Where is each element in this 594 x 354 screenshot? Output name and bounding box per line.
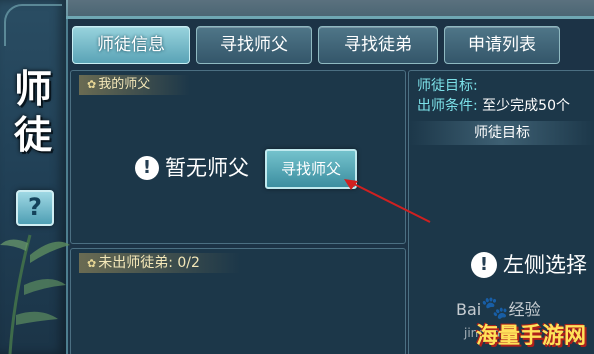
watermark-bai-text: Bai — [456, 300, 482, 319]
apprentice-panel: ✿ 未出师徒弟: 0/2 — [70, 248, 406, 354]
condition-label: 出师条件: — [417, 98, 478, 114]
bamboo-decoration — [0, 234, 70, 354]
title-char-apprentice: 徒 — [13, 112, 52, 157]
tab-application-list[interactable]: 申请列表 — [444, 26, 560, 64]
tab-find-apprentice[interactable]: 寻找徒弟 — [318, 26, 438, 64]
corner-ornament — [4, 4, 62, 46]
graduation-condition-line: 出师条件: 至少完成50个 — [417, 95, 570, 115]
goal-empty-message: ! 左侧选择 — [471, 249, 587, 279]
header-border — [66, 16, 594, 19]
game-window: 师 徒 ? 师徒信息 寻找师父 寻找徒弟 申请列表 ✿ 我的师父 ! 暂无师父 寻找… — [0, 0, 594, 354]
no-master-text: 暂无师父 — [165, 156, 249, 180]
flower-icon: ✿ — [87, 78, 97, 91]
site-watermark: 海量手游网 — [476, 324, 587, 349]
goal-header: 师徒目标 — [409, 121, 594, 145]
goal-empty-text: 左侧选择 — [503, 253, 587, 277]
tab-mentor-info[interactable]: 师徒信息 — [72, 26, 190, 64]
annotation-arrow — [344, 179, 431, 223]
no-master-message: ! 暂无师父 — [135, 153, 249, 183]
section-label-text: 我的师父 — [98, 77, 151, 92]
condition-value: 至少完成50个 — [482, 98, 570, 114]
section-label-apprentices: ✿ 未出师徒弟: 0/2 — [79, 253, 240, 273]
goal-title-line: 师徒目标: — [417, 78, 478, 94]
warning-circle-icon: ! — [135, 156, 159, 180]
section-label-my-master: ✿ 我的师父 — [79, 75, 191, 95]
watermark-jingyan-text: 经验 — [508, 300, 541, 319]
apprentice-count-text: 未出师徒弟: 0/2 — [98, 255, 200, 271]
left-sidebar: 师 徒 ? — [0, 0, 70, 354]
flower-icon: ✿ — [87, 257, 97, 270]
tab-find-master[interactable]: 寻找师父 — [196, 26, 312, 64]
warning-circle-icon: ! — [471, 252, 497, 278]
